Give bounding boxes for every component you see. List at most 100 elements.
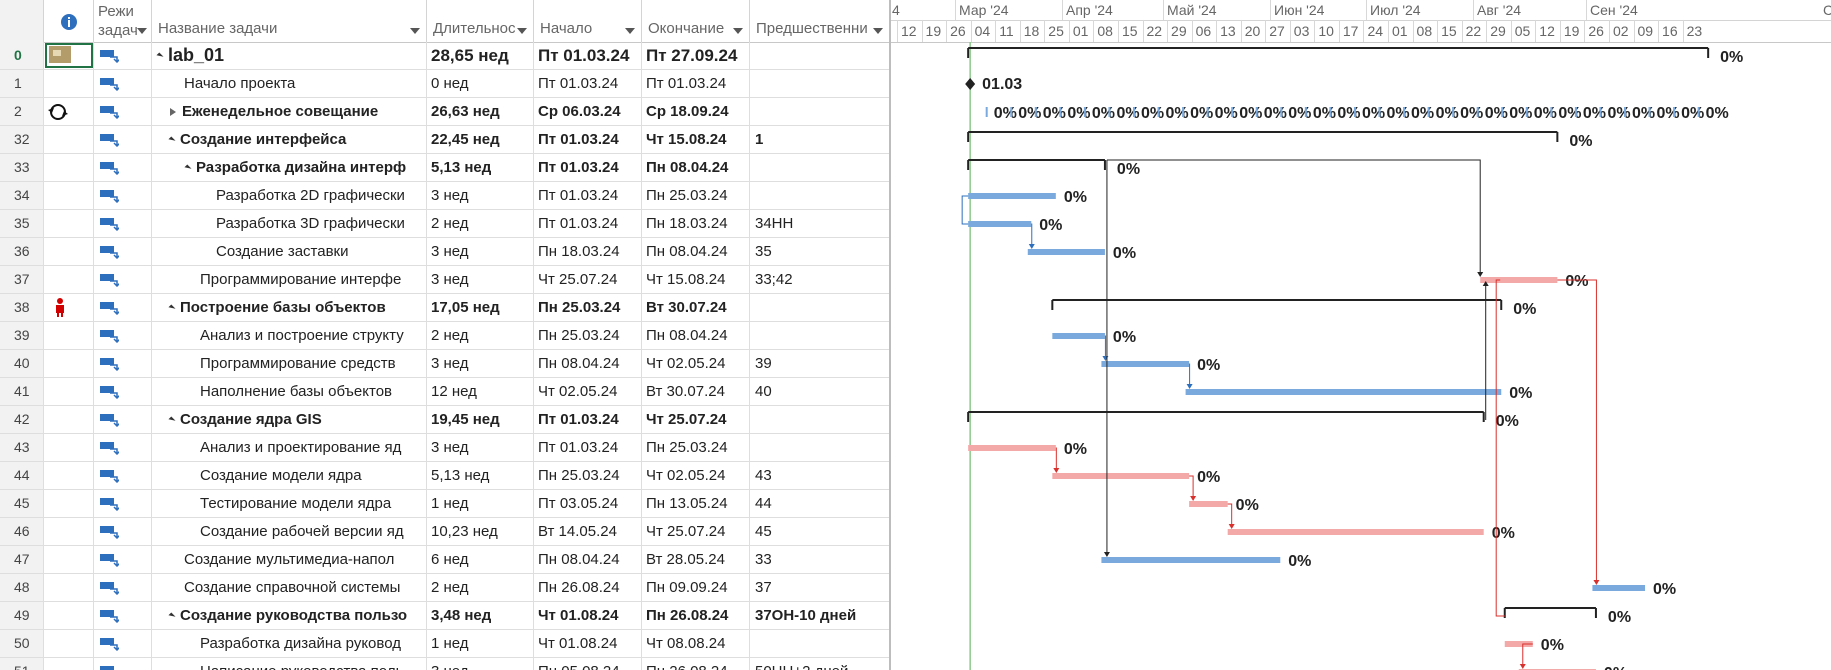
duration-cell[interactable]: 26,63 нед [427,98,534,125]
finish-cell[interactable]: Пн 08.04.24 [642,322,750,349]
finish-cell[interactable]: Чт 02.05.24 [642,350,750,377]
task-mode-cell[interactable] [94,434,152,461]
predecessors-cell[interactable] [750,630,889,657]
task-name-cell[interactable]: Анализ и построение структу [152,322,427,349]
task-name-cell[interactable]: Создание интерфейса [152,126,427,153]
finish-cell[interactable]: Пн 08.04.24 [642,154,750,181]
predecessors-cell[interactable]: 43 [750,462,889,489]
duration-cell[interactable]: 1 нед [427,630,534,657]
task-mode-cell[interactable] [94,294,152,321]
start-cell[interactable]: Чт 25.07.24 [534,266,642,293]
finish-cell[interactable]: Чт 15.08.24 [642,126,750,153]
finish-cell[interactable]: Ср 18.09.24 [642,98,750,125]
duration-cell[interactable]: 0 нед [427,70,534,97]
predecessors-cell[interactable]: 44 [750,490,889,517]
duration-cell[interactable]: 2 нед [427,574,534,601]
start-cell[interactable]: Пт 01.03.24 [534,42,642,69]
task-name-cell[interactable]: Создание заставки [152,238,427,265]
predecessors-cell[interactable] [750,322,889,349]
header-predecessors[interactable]: Предшественни [750,0,889,42]
task-mode-cell[interactable] [94,378,152,405]
start-cell[interactable]: Пн 25.03.24 [534,294,642,321]
predecessors-cell[interactable]: 45 [750,518,889,545]
duration-cell[interactable]: 5,13 нед [427,462,534,489]
collapse-icon[interactable] [168,416,176,424]
task-row[interactable]: 38 Построение базы объектов 17,05 нед Пн 25… [0,294,889,322]
task-mode-cell[interactable] [94,154,152,181]
task-row[interactable]: 43 Анализ и проектирование яд 3 нед Пт 01.0… [0,434,889,462]
task-row[interactable]: 49 Создание руководства пользо 3,48 нед Чт … [0,602,889,630]
task-name-cell[interactable]: lab_01 [152,42,427,69]
finish-cell[interactable]: Пн 26.08.24 [642,658,750,670]
task-row[interactable]: 39 Анализ и построение структу 2 нед Пн 25.… [0,322,889,350]
finish-cell[interactable]: Пт 01.03.24 [642,70,750,97]
start-cell[interactable]: Пн 25.03.24 [534,462,642,489]
collapse-icon[interactable] [168,304,176,312]
task-mode-cell[interactable] [94,126,152,153]
start-cell[interactable]: Пт 01.03.24 [534,154,642,181]
predecessors-cell[interactable]: 50НН+2 дней [750,658,889,670]
finish-cell[interactable]: Пн 18.03.24 [642,210,750,237]
task-mode-cell[interactable] [94,182,152,209]
start-cell[interactable]: Пн 18.03.24 [534,238,642,265]
task-mode-cell[interactable] [94,98,152,125]
expand-icon[interactable] [170,108,176,117]
duration-cell[interactable]: 3 нед [427,238,534,265]
task-row[interactable]: 45 Тестирование модели ядра 1 нед Пт 03.05.… [0,490,889,518]
task-row[interactable]: 35 Разработка 3D графически 2 нед Пт 01.03.… [0,210,889,238]
start-cell[interactable]: Пт 01.03.24 [534,182,642,209]
task-row[interactable]: 0 lab_01 28,65 нед Пт 01.03.24 Пт 27.09.24 [0,42,889,70]
start-cell[interactable]: Пн 08.04.24 [534,546,642,573]
task-mode-cell[interactable] [94,602,152,629]
start-cell[interactable]: Пн 05.08.24 [534,658,642,670]
task-row[interactable]: 36 Создание заставки 3 нед Пн 18.03.24 Пн 08… [0,238,889,266]
duration-cell[interactable]: 12 нед [427,378,534,405]
task-mode-cell[interactable] [94,630,152,657]
predecessors-cell[interactable]: 33 [750,546,889,573]
task-mode-cell[interactable] [94,518,152,545]
task-row[interactable]: 1 Начало проекта 0 нед Пт 01.03.24 Пт 01.03.… [0,70,889,98]
start-cell[interactable]: Пт 01.03.24 [534,406,642,433]
task-name-cell[interactable]: Создание мультимедиа-напол [152,546,427,573]
header-finish[interactable]: Окончание [642,0,750,42]
task-name-cell[interactable]: Анализ и проектирование яд [152,434,427,461]
header-indicators[interactable] [44,0,94,42]
predecessors-cell[interactable] [750,98,889,125]
predecessors-cell[interactable]: 33;42 [750,266,889,293]
duration-cell[interactable]: 3 нед [427,434,534,461]
finish-cell[interactable]: Чт 25.07.24 [642,518,750,545]
finish-cell[interactable]: Вт 30.07.24 [642,378,750,405]
start-cell[interactable]: Пт 03.05.24 [534,490,642,517]
duration-cell[interactable]: 3 нед [427,658,534,670]
task-mode-cell[interactable] [94,210,152,237]
predecessors-cell[interactable] [750,406,889,433]
task-mode-cell[interactable] [94,70,152,97]
duration-cell[interactable]: 3 нед [427,266,534,293]
task-name-cell[interactable]: Начало проекта [152,70,427,97]
predecessors-cell[interactable] [750,294,889,321]
task-row[interactable]: 33 Разработка дизайна интерф 5,13 нед Пт 01… [0,154,889,182]
start-cell[interactable]: Пт 01.03.24 [534,210,642,237]
task-name-cell[interactable]: Написание руководства поль [152,658,427,670]
finish-cell[interactable]: Чт 08.08.24 [642,630,750,657]
start-cell[interactable]: Чт 02.05.24 [534,378,642,405]
finish-cell[interactable]: Чт 25.07.24 [642,406,750,433]
task-row[interactable]: 32 Создание интерфейса 22,45 нед Пт 01.03.2… [0,126,889,154]
task-name-cell[interactable]: Построение базы объектов [152,294,427,321]
task-name-cell[interactable]: Создание рабочей версии яд [152,518,427,545]
task-name-cell[interactable]: Тестирование модели ядра [152,490,427,517]
task-mode-cell[interactable] [94,462,152,489]
start-cell[interactable]: Чт 01.08.24 [534,602,642,629]
task-mode-cell[interactable] [94,238,152,265]
task-mode-cell[interactable] [94,658,152,670]
duration-cell[interactable]: 5,13 нед [427,154,534,181]
finish-cell[interactable]: Вт 28.05.24 [642,546,750,573]
duration-cell[interactable]: 1 нед [427,490,534,517]
predecessors-cell[interactable]: 37ОН-10 дней [750,602,889,629]
task-row[interactable]: 50 Разработка дизайна руковод 1 нед Чт 01.0… [0,630,889,658]
duration-cell[interactable]: 19,45 нед [427,406,534,433]
start-cell[interactable]: Пт 01.03.24 [534,126,642,153]
task-name-cell[interactable]: Создание справочной системы [152,574,427,601]
finish-cell[interactable]: Пн 25.03.24 [642,434,750,461]
predecessors-cell[interactable] [750,42,889,69]
